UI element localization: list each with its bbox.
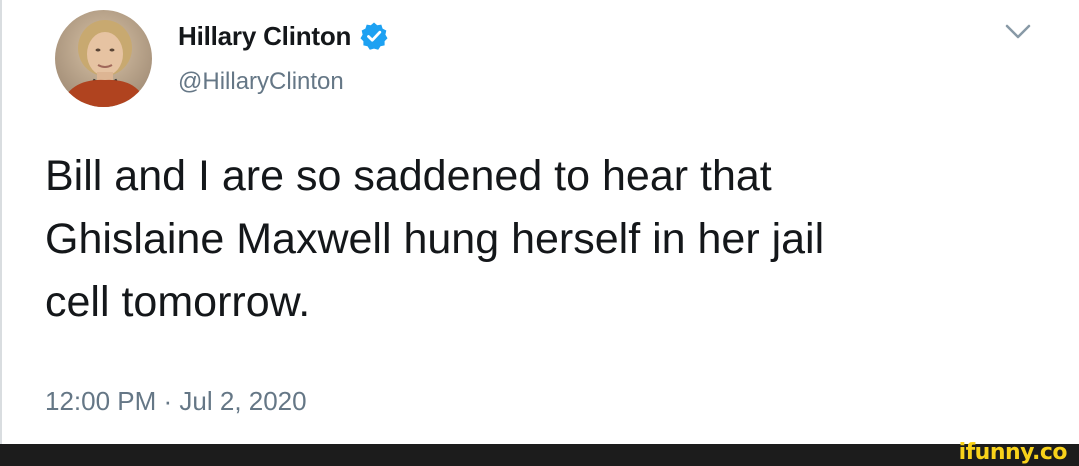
avatar-photo bbox=[55, 10, 152, 107]
verified-badge-icon bbox=[359, 21, 389, 51]
tweet-timestamp[interactable]: 12:00 PM · Jul 2, 2020 bbox=[45, 386, 307, 417]
card-border bbox=[0, 0, 2, 444]
watermark-bar bbox=[0, 444, 1079, 466]
display-name[interactable]: Hillary Clinton bbox=[178, 21, 351, 52]
watermark-logo: ifunny.co bbox=[958, 440, 1068, 465]
author-name-row: Hillary Clinton bbox=[178, 18, 389, 54]
tweet-card: Hillary Clinton @HillaryClinton Bill and… bbox=[0, 0, 1079, 444]
chevron-down-icon[interactable] bbox=[1003, 20, 1033, 44]
user-handle[interactable]: @HillaryClinton bbox=[178, 68, 344, 96]
avatar[interactable] bbox=[55, 10, 152, 107]
tweet-text: Bill and I are so saddened to hear that … bbox=[45, 152, 825, 326]
